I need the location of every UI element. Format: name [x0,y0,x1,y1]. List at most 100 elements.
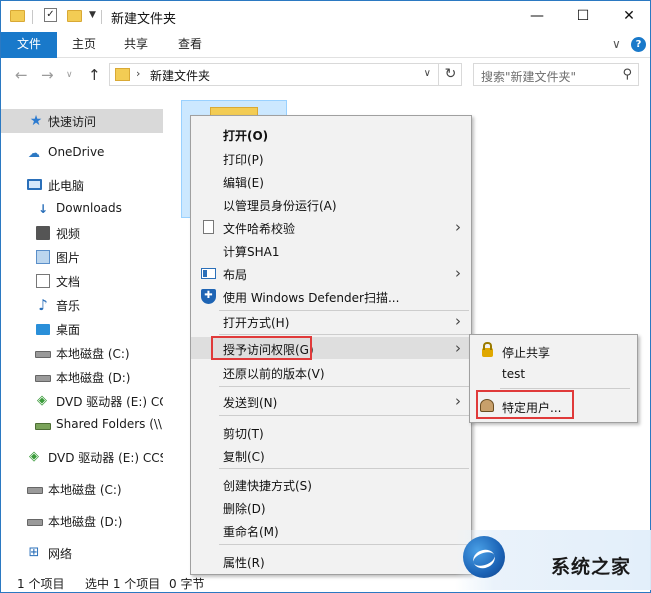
recent-locations-icon[interactable]: ∨ [66,70,73,80]
sidebar-item-dvd-drive[interactable]: ◈ DVD 驱动器 (E:) CC [1,389,163,413]
sidebar-item-shared-folders[interactable]: Shared Folders (\\ [1,413,163,437]
back-arrow-icon[interactable]: ← [15,66,28,84]
menu-separator [219,334,469,335]
menu-item-delete[interactable]: 删除(D) [191,496,471,518]
search-box[interactable]: 搜索"新建文件夹" ⚲ [473,63,639,86]
chevron-right-icon: › [455,392,461,410]
sidebar-item-network[interactable]: ⊞ 网络 [1,541,163,565]
menu-item-edit[interactable]: 编辑(E) [191,170,471,192]
sidebar-item-local-disk-c-root[interactable]: 本地磁盘 (C:) [1,477,163,501]
menu-item-label: 使用 Windows Defender扫描... [223,291,400,305]
properties-icon[interactable]: ✓ [44,8,57,22]
menu-item-label: 重命名(M) [223,525,279,539]
sidebar-item-desktop[interactable]: 桌面 [1,317,163,341]
network-drive-icon [35,423,51,430]
ribbon-tabs: 文件 主页 共享 查看 ∨ ? [1,32,650,58]
sidebar-item-videos[interactable]: 视频 [1,221,163,245]
address-bar[interactable]: › 新建文件夹 ∨ [109,63,462,86]
customize-toolbar-icon[interactable]: ▼ [89,10,96,26]
menu-item-restore-versions[interactable]: 还原以前的版本(V) [191,361,471,383]
sidebar-item-local-disk-d[interactable]: 本地磁盘 (D:) [1,365,163,389]
menu-item-print[interactable]: 打印(P) [191,147,471,169]
selection-count: 选中 1 个项目 [85,577,161,591]
menu-item-sha1[interactable]: 计算SHA1 [191,239,471,261]
menu-item-label: 计算SHA1 [223,245,280,259]
forward-arrow-icon[interactable]: → [41,66,54,84]
menu-item-run-as-admin[interactable]: 以管理员身份运行(A) [191,193,471,215]
chevron-down-icon[interactable]: ∨ [424,68,431,79]
new-folder-icon[interactable] [67,10,82,22]
submenu-item-test[interactable]: test [470,363,637,385]
chevron-right-icon[interactable]: › [136,67,140,80]
chevron-right-icon: › [455,312,461,330]
sidebar-item-pictures[interactable]: 图片 [1,245,163,269]
menu-separator [219,544,469,545]
sidebar-item-quick-access[interactable]: ★ 快速访问 [1,109,163,133]
sidebar-item-label: DVD 驱动器 (E:) CC [56,395,163,409]
highlight-box [476,390,574,419]
sidebar-item-downloads[interactable]: ↓ Downloads [1,197,163,221]
layout-icon [201,268,216,279]
minimize-button[interactable]: — [514,1,560,32]
menu-item-label: 打印(P) [223,153,264,167]
sidebar-item-label: 快速访问 [48,115,97,129]
menu-item-properties[interactable]: 属性(R) [191,550,471,572]
menu-item-layout[interactable]: 布局 › [191,262,471,284]
download-icon: ↓ [37,202,49,216]
selection-size: 0 字节 [169,577,205,591]
tab-home[interactable]: 主页 [63,32,105,58]
submenu-item-stop-sharing[interactable]: 停止共享 [470,340,637,362]
menu-item-open[interactable]: 打开(O) [191,123,471,145]
expand-ribbon-icon[interactable]: ∨ [612,37,621,51]
menu-item-label: 还原以前的版本(V) [223,367,325,381]
tab-file[interactable]: 文件 [1,32,57,58]
address-path[interactable]: 新建文件夹 [150,67,210,84]
refresh-icon[interactable]: ↻ [438,63,462,86]
sidebar-item-label: 音乐 [56,299,81,313]
document-icon [203,220,214,234]
sidebar-item-local-disk-d-root[interactable]: 本地磁盘 (D:) [1,509,163,533]
sidebar-item-documents[interactable]: 文档 [1,269,163,293]
sidebar-item-this-pc[interactable]: 此电脑 [1,173,163,197]
watermark-logo-icon [463,536,505,578]
search-input[interactable]: 搜索"新建文件夹" [481,68,576,85]
item-count: 1 个项目 [17,577,65,591]
menu-item-copy[interactable]: 复制(C) [191,444,471,466]
close-button[interactable]: ✕ [606,1,650,32]
menu-item-open-with[interactable]: 打开方式(H) › [191,308,471,330]
title-bar: ✓ ▼ 新建文件夹 — ☐ ✕ [1,1,650,32]
menu-item-cut[interactable]: 剪切(T) [191,421,471,443]
chevron-right-icon: › [455,218,461,236]
menu-item-defender-scan[interactable]: ✚ 使用 Windows Defender扫描... [191,285,471,307]
help-icon[interactable]: ? [631,37,646,52]
menu-item-create-shortcut[interactable]: 创建快捷方式(S) [191,473,471,495]
up-arrow-icon[interactable]: ↑ [88,66,101,84]
menu-item-send-to[interactable]: 发送到(N) › [191,390,471,412]
menu-item-rename[interactable]: 重命名(M) [191,519,471,541]
tab-view[interactable]: 查看 [169,32,211,58]
menu-item-label: 删除(D) [223,502,266,516]
shield-icon: ✚ [201,289,216,304]
menu-item-label: 停止共享 [502,346,551,360]
search-icon[interactable]: ⚲ [622,67,632,82]
menu-separator [219,386,469,387]
menu-item-label: 剪切(T) [223,427,264,441]
sidebar-item-label: 本地磁盘 (C:) [56,347,130,361]
maximize-button[interactable]: ☐ [560,1,606,32]
dvd-icon: ◈ [37,393,47,408]
window-title: 新建文件夹 [111,12,177,27]
sidebar-item-dvd-drive-root[interactable]: ◈ DVD 驱动器 (E:) CCS [1,445,163,469]
dvd-icon: ◈ [29,449,39,464]
sidebar-item-music[interactable]: ♪ 音乐 [1,293,163,317]
sidebar-item-label: 文档 [56,275,81,289]
sidebar-item-local-disk-c[interactable]: 本地磁盘 (C:) [1,341,163,365]
sidebar-item-label: 本地磁盘 (D:) [56,371,131,385]
sidebar-item-label: 此电脑 [48,179,85,193]
menu-item-file-hash[interactable]: 文件哈希校验 › [191,216,471,238]
sidebar-item-label: DVD 驱动器 (E:) CCS [48,451,163,465]
sidebar-item-onedrive[interactable]: ☁ OneDrive [1,141,163,165]
menu-item-label: 打开(O) [223,129,269,143]
picture-icon [36,250,50,264]
tab-share[interactable]: 共享 [115,32,157,58]
sidebar-item-label: Downloads [56,201,122,215]
